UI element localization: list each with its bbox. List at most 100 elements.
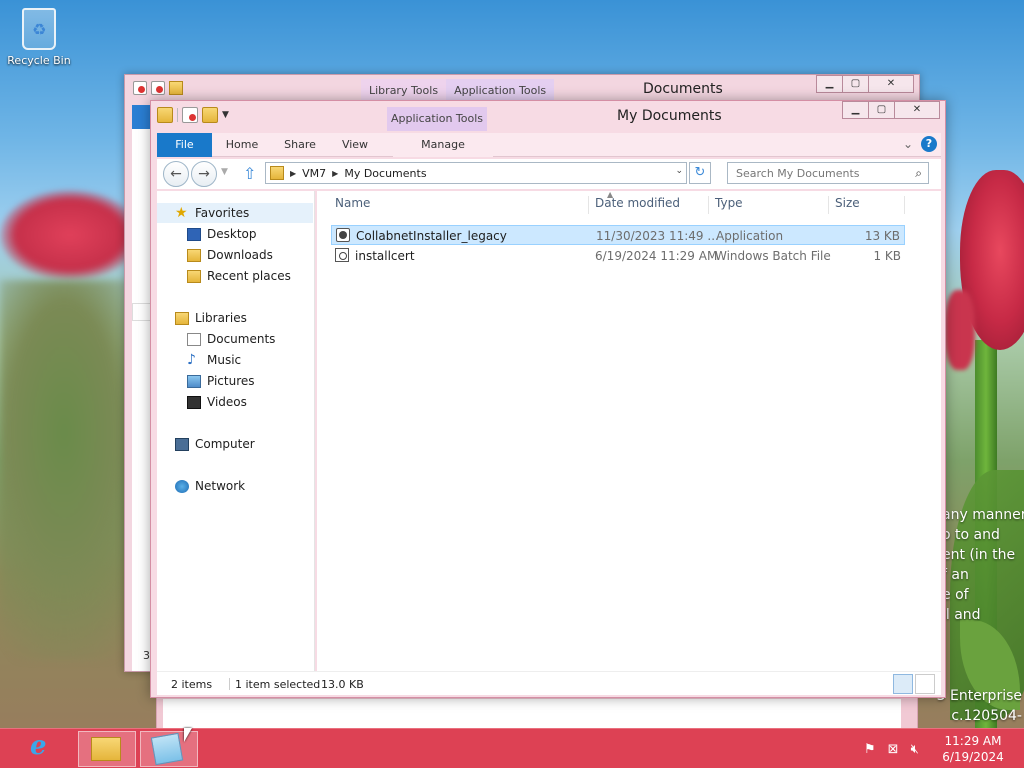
column-size[interactable]: Size [829,196,905,214]
file-type: Windows Batch File [715,249,831,263]
tab-manage[interactable]: Manage [393,133,493,157]
details-view-button[interactable] [893,674,913,694]
clock[interactable]: 11:29 AM 6/19/2024 [940,733,1006,765]
file-name: installcert [355,249,415,263]
address-bar[interactable]: ▶ VM7 ▶ My Documents ⌄ [265,162,687,184]
folder-icon [270,166,284,180]
system-tray: ⚑ ⊠ 🔇︎ [864,729,919,768]
contextual-group-label: Application Tools [387,107,487,131]
maximize-button[interactable]: ▢ [868,101,895,119]
recent-locations-dropdown-icon[interactable]: ▼ [221,167,228,177]
batch-file-icon [335,248,349,262]
close-button[interactable]: ✕ [894,101,940,119]
customize-dropdown-icon[interactable]: ▼ [222,110,229,120]
recent-places-icon [187,269,201,283]
tab-view[interactable]: View [333,133,377,157]
selection-size: 13.0 KB [321,678,364,691]
window-title: My Documents [617,108,722,124]
downloads-icon [187,248,201,262]
up-arrow-icon[interactable]: ⇧ [243,164,256,183]
nav-libraries[interactable]: Libraries [175,308,247,328]
new-folder-icon[interactable] [202,107,218,123]
column-name[interactable]: Name [329,196,589,214]
search-placeholder: Search My Documents [736,167,860,180]
volume-muted-icon[interactable]: 🔇︎ [911,742,919,757]
column-type[interactable]: Type [709,196,829,214]
nav-network[interactable]: Network [175,476,245,496]
item-count: 2 items [171,678,213,691]
minimize-button[interactable]: ▁ [816,75,843,93]
documents-icon [187,332,201,346]
quick-access-toolbar: ▼ [157,107,229,123]
notepad-icon [150,732,184,766]
action-center-flag-icon[interactable]: ⚑ [864,742,876,757]
taskbar: e ⚑ ⊠ 🔇︎ 11:29 AM 6/19/2024 [0,728,1024,768]
videos-icon [187,395,201,409]
documents-titlebar[interactable]: Library Tools Application Tools Document… [125,75,919,103]
back-button[interactable]: ← [163,161,189,187]
network-icon[interactable]: ⊠ [888,742,899,757]
pictures-icon [187,374,201,388]
recycle-bin[interactable]: Recycle Bin [6,8,72,67]
breadcrumb-my-documents[interactable]: My Documents [344,167,426,180]
status-bar: 2 items 1 item selected 13.0 KB [157,671,941,695]
network-icon [175,479,189,493]
properties-icon[interactable] [182,107,198,123]
ctx-tab-library-tools[interactable]: Library Tools [361,79,447,101]
recycle-bin-label: Recycle Bin [7,54,71,67]
chevron-right-icon[interactable]: ▶ [332,169,338,178]
my-documents-window[interactable]: ▼ Application Tools My Documents ▁ ▢ ✕ F… [150,100,946,698]
refresh-button[interactable]: ↻ [689,162,711,184]
file-row[interactable]: CollabnetInstaller_legacy 11/30/2023 11:… [331,225,905,245]
nav-desktop[interactable]: Desktop [187,224,257,244]
breadcrumb-vm7[interactable]: VM7 [302,167,326,180]
large-icons-view-button[interactable] [915,674,935,694]
folder-icon[interactable] [157,107,173,123]
desktop-watermark: any manner o to and ent (in the f an e of il … [942,507,1024,623]
file-size: 13 KB [864,229,900,243]
column-date-modified[interactable]: Date modified [589,196,709,214]
documents-status: 3 [143,649,150,662]
ctx-tab-application-tools[interactable]: Application Tools [446,79,555,101]
back-quick-access [133,81,183,95]
documents-title: Documents [643,81,723,97]
address-dropdown-icon[interactable]: ⌄ [675,166,683,176]
navigation-pane: ★ Favorites Desktop Downloads Recent plac… [157,191,315,671]
file-date: 6/19/2024 11:29 AM [595,249,718,263]
file-explorer-icon [91,737,121,761]
nav-videos[interactable]: Videos [187,392,247,412]
forward-button[interactable]: → [191,161,217,187]
chevron-right-icon[interactable]: ▶ [290,169,296,178]
close-button[interactable]: ✕ [868,75,914,93]
wallpaper-tulip-small [945,290,975,370]
file-row[interactable]: installcert 6/19/2024 11:29 AM Windows B… [331,246,905,266]
music-icon: ♪ [187,351,196,368]
tab-share[interactable]: Share [277,133,323,157]
taskbar-file-explorer[interactable] [78,731,136,767]
nav-documents[interactable]: Documents [187,329,275,349]
search-icon[interactable]: ⌕ [915,166,922,181]
nav-favorites[interactable]: ★ Favorites [175,203,249,223]
desktop-icon [187,227,201,241]
expand-ribbon-icon[interactable]: ⌄ [903,137,913,151]
ribbon-tabs: File Home Share View Manage ⌄ ? [157,133,941,157]
nav-pictures[interactable]: Pictures [187,371,255,391]
nav-recent-places[interactable]: Recent places [187,266,291,286]
search-input[interactable]: Search My Documents ⌕ [727,162,929,184]
application-icon [336,228,350,242]
star-icon: ★ [175,204,188,221]
help-icon[interactable]: ? [921,136,937,152]
recycle-bin-icon [22,8,56,50]
tab-home[interactable]: Home [219,133,265,157]
wallpaper-tulip-blur [0,190,140,280]
taskbar-internet-explorer[interactable]: e [18,731,76,767]
nav-computer[interactable]: Computer [175,434,255,454]
minimize-button[interactable]: ▁ [842,101,869,119]
tab-file[interactable]: File [157,133,212,157]
libraries-icon [175,311,189,325]
navigation-bar: ← → ▼ ⇧ ▶ VM7 ▶ My Documents ⌄ ↻ Search … [157,159,941,189]
internet-explorer-icon: e [30,731,47,761]
nav-music[interactable]: ♪ Music [187,350,241,370]
nav-downloads[interactable]: Downloads [187,245,273,265]
maximize-button[interactable]: ▢ [842,75,869,93]
